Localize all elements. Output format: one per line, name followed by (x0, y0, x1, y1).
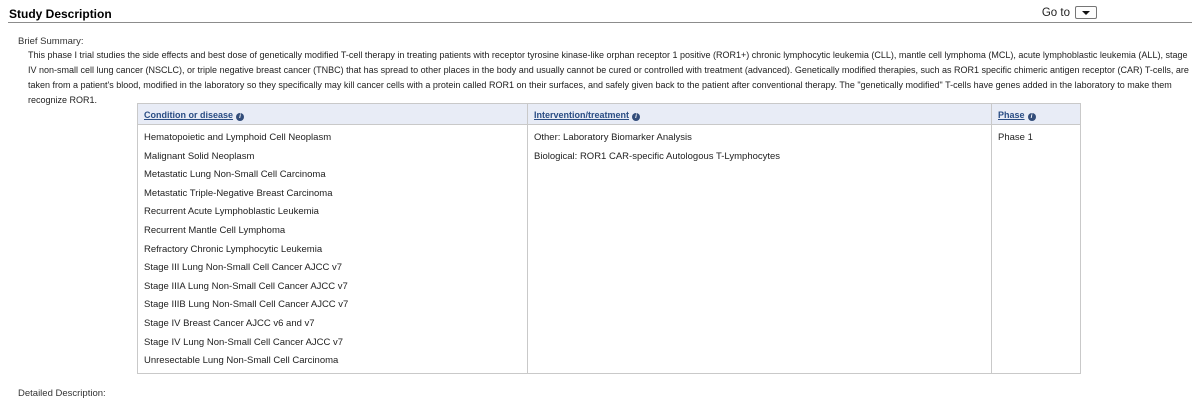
info-icon[interactable]: i (632, 113, 641, 121)
brief-summary-label: Brief Summary: (18, 36, 84, 47)
intervention-item: Other: Laboratory Biomarker Analysis (534, 132, 692, 143)
condition-item: Recurrent Acute Lymphoblastic Leukemia (144, 206, 319, 218)
condition-item: Metastatic Triple-Negative Breast Carcin… (144, 187, 333, 199)
phase-header-link[interactable]: Phase (998, 110, 1025, 120)
goto-label: Go to (1041, 6, 1070, 19)
phase-header: Phase i (992, 104, 1080, 125)
section-header: Study Description Go to (0, 0, 1200, 23)
phase-item: Phase 1 (998, 132, 1033, 143)
condition-header: Condition or disease i (138, 104, 527, 125)
goto-control: Go to (1042, 6, 1097, 19)
condition-list: Hematopoietic and Lymphoid Cell Neoplasm… (138, 125, 527, 373)
condition-item: Stage III Lung Non-Small Cell Cancer AJC… (144, 262, 343, 274)
condition-item: Stage IV Lung Non-Small Cell Cancer AJCC… (144, 336, 344, 348)
condition-item: Refractory Chronic Lymphocytic Leukemia (144, 243, 323, 255)
condition-header-link[interactable]: Condition or disease (144, 110, 233, 120)
info-icon[interactable]: i (1027, 113, 1036, 121)
condition-item: Metastatic Lung Non-Small Cell Carcinoma (144, 169, 326, 181)
condition-item: Stage IIIA Lung Non-Small Cell Cancer AJ… (144, 280, 348, 292)
header-divider (8, 22, 1192, 23)
intervention-column: Intervention/treatment i Other: Laborator… (528, 104, 992, 373)
condition-item: Unresectable Lung Non-Small Cell Carcino… (144, 355, 339, 367)
condition-column: Condition or disease i Hematopoietic and … (138, 104, 528, 373)
intervention-header: Intervention/treatment i (528, 104, 991, 125)
info-icon[interactable]: i (236, 113, 245, 121)
chevron-down-icon (1082, 11, 1090, 15)
conditions-interventions-table: Condition or disease i Hematopoietic and … (137, 103, 1081, 374)
condition-item: Recurrent Mantle Cell Lymphoma (144, 224, 286, 236)
phase-list: Phase 1 (992, 125, 1080, 150)
intervention-header-link[interactable]: Intervention/treatment (534, 110, 629, 120)
condition-item: Stage IV Breast Cancer AJCC v6 and v7 (144, 317, 315, 329)
brief-summary-text: This phase I trial studies the side effe… (28, 50, 1189, 105)
intervention-list: Other: Laboratory Biomarker Analysis Biol… (528, 125, 991, 168)
condition-item: Stage IIIB Lung Non-Small Cell Cancer AJ… (144, 299, 349, 311)
condition-item: Hematopoietic and Lymphoid Cell Neoplasm (144, 132, 332, 143)
detailed-description-label: Detailed Description: (18, 388, 106, 399)
phase-column: Phase i Phase 1 (992, 104, 1080, 373)
section-title: Study Description (9, 7, 112, 21)
condition-item: Malignant Solid Neoplasm (144, 150, 255, 162)
intervention-item: Biological: ROR1 CAR-specific Autologous… (534, 150, 781, 162)
goto-dropdown[interactable] (1075, 6, 1097, 19)
